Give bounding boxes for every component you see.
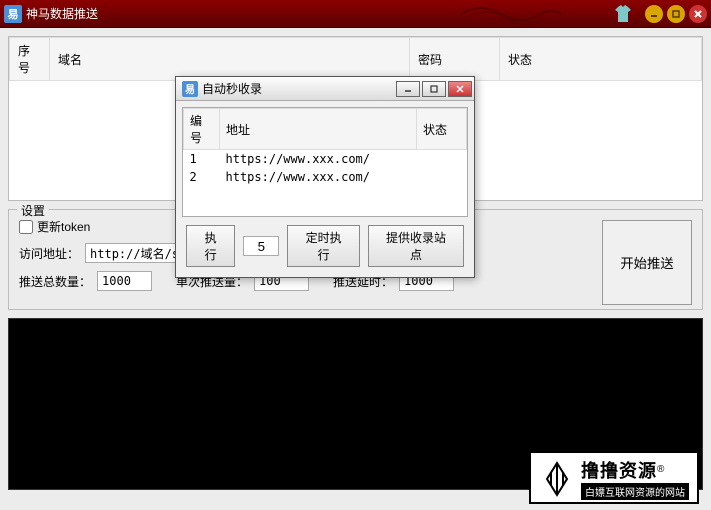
minimize-button[interactable]	[645, 5, 663, 23]
table-row[interactable]: 2 https://www.xxx.com/	[184, 168, 467, 186]
dialog-col-id[interactable]: 编号	[184, 109, 220, 150]
provide-sites-button[interactable]: 提供收录站点	[368, 225, 464, 267]
dialog-col-url[interactable]: 地址	[220, 109, 417, 150]
dialog-app-icon: 易	[182, 81, 198, 97]
dialog-title: 自动秒收录	[202, 80, 396, 97]
dialog-titlebar[interactable]: 易 自动秒收录	[176, 77, 474, 101]
push-total-input[interactable]	[97, 271, 152, 291]
col-status[interactable]: 状态	[500, 38, 702, 81]
watermark-sub: 白嫖互联网资源的网站	[581, 483, 689, 500]
watermark: 撸撸资源® 白嫖互联网资源的网站	[529, 451, 699, 504]
table-row[interactable]: 1 https://www.xxx.com/	[184, 150, 467, 169]
update-token-checkbox[interactable]	[19, 220, 33, 234]
watermark-sup: ®	[657, 464, 664, 475]
main-titlebar: 易 神马数据推送	[0, 0, 711, 28]
tshirt-icon[interactable]	[613, 5, 633, 23]
col-serial[interactable]: 序号	[10, 38, 50, 81]
dialog-col-status[interactable]: 状态	[417, 109, 467, 150]
content-area: 序号 域名 密码 状态 设置 开始推送 更新token 访问地址： 推送总数量：…	[0, 28, 711, 510]
settings-legend: 设置	[17, 202, 49, 219]
update-token-label: 更新token	[37, 218, 90, 235]
watermark-main: 撸撸资源	[581, 461, 657, 481]
col-domain[interactable]: 域名	[50, 38, 410, 81]
col-password[interactable]: 密码	[410, 38, 500, 81]
interval-input[interactable]	[243, 236, 279, 256]
watermark-logo-icon	[539, 461, 575, 497]
maximize-button[interactable]	[667, 5, 685, 23]
visit-url-label: 访问地址：	[19, 245, 79, 262]
update-token-checkbox-wrap[interactable]: 更新token	[19, 218, 90, 235]
execute-button[interactable]: 执行	[186, 225, 235, 267]
timed-execute-button[interactable]: 定时执行	[287, 225, 360, 267]
start-push-button[interactable]: 开始推送	[602, 220, 692, 305]
dialog-table[interactable]: 编号 地址 状态 1 https://www.xxx.com/ 2 https:…	[182, 107, 468, 217]
auto-index-dialog: 易 自动秒收录 编号 地址 状态 1	[175, 76, 475, 278]
window-title: 神马数据推送	[26, 5, 613, 22]
dialog-minimize-button[interactable]	[396, 81, 420, 97]
close-button[interactable]	[689, 5, 707, 23]
dialog-maximize-button[interactable]	[422, 81, 446, 97]
app-icon: 易	[4, 5, 22, 23]
push-total-label: 推送总数量：	[19, 273, 91, 290]
dialog-close-button[interactable]	[448, 81, 472, 97]
